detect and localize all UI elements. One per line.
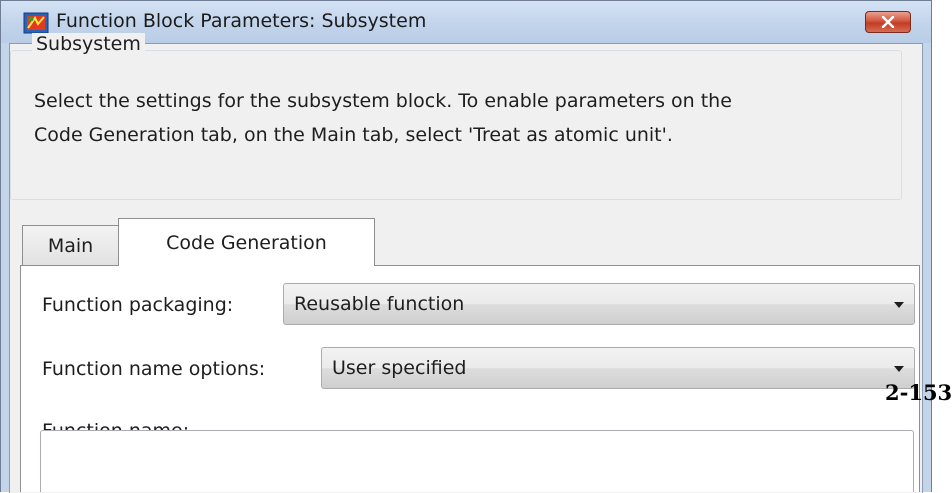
close-button[interactable] <box>865 11 911 33</box>
description-line: Select the settings for the subsystem bl… <box>34 90 732 112</box>
function-packaging-label: Function packaging: <box>42 294 234 316</box>
tab-label: Main <box>47 234 94 257</box>
groupbox-label: Subsystem <box>32 33 145 55</box>
description-line: Code Generation tab, on the Main tab, se… <box>34 124 673 146</box>
window-title: Function Block Parameters: Subsystem <box>56 10 427 32</box>
page-number: 2-153 <box>885 380 952 405</box>
function-packaging-dropdown[interactable]: Reusable function <box>283 283 915 325</box>
tab-code-generation[interactable]: Code Generation <box>118 218 375 266</box>
close-icon <box>881 16 895 28</box>
function-name-input[interactable] <box>40 430 914 492</box>
dropdown-value: User specified <box>332 357 467 379</box>
dropdown-value: Reusable function <box>294 293 465 315</box>
block-description: Select the settings for the subsystem bl… <box>34 84 894 152</box>
chevron-down-icon <box>894 302 904 308</box>
tab-label: Code Generation <box>166 231 327 254</box>
chevron-down-icon <box>894 366 904 372</box>
function-name-options-dropdown[interactable]: User specified <box>321 347 915 389</box>
function-name-options-label: Function name options: <box>42 358 266 380</box>
tab-main[interactable]: Main <box>22 225 119 265</box>
simulink-block-icon <box>23 12 49 34</box>
